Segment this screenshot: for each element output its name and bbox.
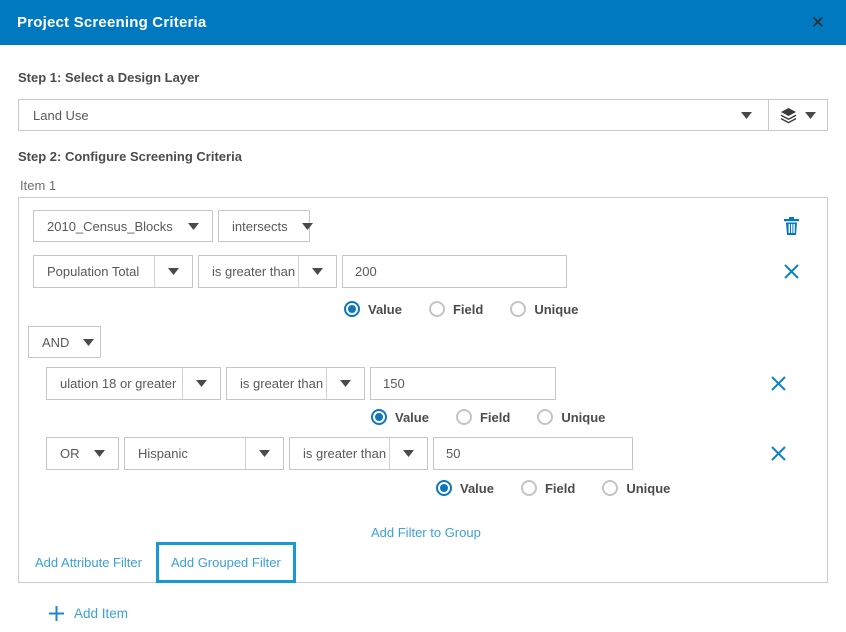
- radio-unique-label: Unique: [626, 481, 670, 496]
- filter2-field-select[interactable]: ulation 18 or greater: [46, 367, 221, 400]
- tutorial-highlight-box: Add Grouped Filter: [156, 542, 296, 583]
- radio-icon: [510, 301, 526, 317]
- add-attribute-filter-link[interactable]: Add Attribute Filter: [35, 555, 142, 570]
- radio-value-label: Value: [460, 481, 494, 496]
- radio-icon: [456, 409, 472, 425]
- filter1-operator-value: is greater than: [199, 256, 298, 287]
- layers-icon: [780, 107, 797, 124]
- filter1-field-value: Population Total: [34, 256, 154, 287]
- add-grouped-filter-link[interactable]: Add Grouped Filter: [171, 555, 281, 570]
- layer-operation-row: 2010_Census_Blocks intersects: [33, 210, 813, 242]
- design-layer-select[interactable]: Land Use: [18, 99, 828, 131]
- chevron-down-icon[interactable]: [326, 368, 364, 399]
- add-filter-to-group-link[interactable]: Add Filter to Group: [371, 525, 481, 540]
- delete-item-button[interactable]: [784, 217, 799, 235]
- panel-footer-links: Add Attribute Filter Add Grouped Filter: [35, 542, 813, 583]
- item-layer-select[interactable]: 2010_Census_Blocks: [33, 210, 213, 242]
- radio-unique[interactable]: Unique: [510, 301, 578, 317]
- chevron-down-icon: [298, 223, 326, 230]
- chevron-down-icon[interactable]: [725, 100, 768, 130]
- operation-select[interactable]: intersects: [218, 210, 310, 242]
- filter3-field-value: Hispanic: [125, 438, 245, 469]
- radio-value[interactable]: Value: [436, 480, 494, 496]
- radio-value-label: Value: [368, 302, 402, 317]
- add-item-label: Add Item: [74, 606, 128, 621]
- operation-value: intersects: [219, 219, 298, 234]
- radio-field[interactable]: Field: [429, 301, 483, 317]
- filter3-operator-value: is greater than: [290, 438, 389, 469]
- filter3-join-value: OR: [47, 446, 90, 461]
- filter1-mode-radios: Value Field Unique: [344, 301, 813, 317]
- radio-icon: [602, 480, 618, 496]
- filter3-operator-select[interactable]: is greater than: [289, 437, 428, 470]
- close-icon: [784, 264, 799, 279]
- filter3-value-input[interactable]: [433, 437, 633, 470]
- chevron-down-icon[interactable]: [182, 368, 220, 399]
- radio-value-label: Value: [395, 410, 429, 425]
- item-layer-value: 2010_Census_Blocks: [34, 219, 184, 234]
- remove-filter2-button[interactable]: [771, 376, 786, 391]
- plus-icon: [48, 605, 65, 622]
- trash-icon: [784, 217, 799, 235]
- close-icon[interactable]: ✕: [807, 12, 829, 33]
- item-label: Item 1: [20, 178, 828, 193]
- radio-unique[interactable]: Unique: [537, 409, 605, 425]
- group-operator-row: AND: [33, 326, 813, 358]
- filter2-field-value: ulation 18 or greater: [47, 368, 182, 399]
- radio-field[interactable]: Field: [456, 409, 510, 425]
- chevron-down-icon: [79, 339, 107, 346]
- group-operator-value: AND: [29, 335, 79, 350]
- remove-filter3-button[interactable]: [771, 446, 786, 461]
- grouped-filter: ulation 18 or greater is greater than: [46, 367, 813, 540]
- filter2-mode-radios: Value Field Unique: [371, 409, 813, 425]
- group-operator-select[interactable]: AND: [28, 326, 101, 358]
- item-panel: 2010_Census_Blocks intersects: [18, 197, 828, 583]
- close-icon: [771, 446, 786, 461]
- filter3-field-select[interactable]: Hispanic: [124, 437, 284, 470]
- step2-label: Step 2: Configure Screening Criteria: [18, 149, 828, 164]
- chevron-down-icon: [805, 112, 816, 119]
- filter1-value-input[interactable]: [342, 255, 567, 288]
- filter3-mode-radios: Value Field Unique: [436, 480, 813, 496]
- dialog-header: Project Screening Criteria ✕: [0, 0, 846, 45]
- filter-row: OR Hispanic is greater than: [46, 437, 813, 470]
- filter2-value-input[interactable]: [370, 367, 556, 400]
- radio-icon: [429, 301, 445, 317]
- filter2-operator-value: is greater than: [227, 368, 326, 399]
- radio-selected-icon: [371, 409, 387, 425]
- radio-icon: [537, 409, 553, 425]
- chevron-down-icon: [90, 450, 118, 457]
- add-item-button[interactable]: Add Item: [48, 605, 828, 622]
- radio-unique[interactable]: Unique: [602, 480, 670, 496]
- remove-filter1-button[interactable]: [784, 264, 799, 279]
- filter-row: Population Total is greater than: [33, 255, 813, 288]
- radio-unique-label: Unique: [561, 410, 605, 425]
- filter1-operator-select[interactable]: is greater than: [198, 255, 337, 288]
- chevron-down-icon[interactable]: [298, 256, 336, 287]
- filter1-field-select[interactable]: Population Total: [33, 255, 193, 288]
- filter2-operator-select[interactable]: is greater than: [226, 367, 365, 400]
- layers-dropdown-button[interactable]: [769, 100, 827, 130]
- radio-value[interactable]: Value: [344, 301, 402, 317]
- chevron-down-icon[interactable]: [154, 256, 192, 287]
- filter-row: ulation 18 or greater is greater than: [46, 367, 813, 400]
- radio-selected-icon: [436, 480, 452, 496]
- chevron-down-icon: [184, 223, 212, 230]
- radio-value[interactable]: Value: [371, 409, 429, 425]
- step1-label: Step 1: Select a Design Layer: [18, 70, 828, 85]
- radio-field[interactable]: Field: [521, 480, 575, 496]
- radio-field-label: Field: [453, 302, 483, 317]
- dialog-title: Project Screening Criteria: [17, 14, 206, 31]
- radio-field-label: Field: [480, 410, 510, 425]
- filter3-join-select[interactable]: OR: [46, 437, 119, 470]
- close-icon: [771, 376, 786, 391]
- design-layer-value: Land Use: [19, 100, 725, 130]
- chevron-down-icon[interactable]: [245, 438, 283, 469]
- radio-field-label: Field: [545, 481, 575, 496]
- radio-icon: [521, 480, 537, 496]
- radio-unique-label: Unique: [534, 302, 578, 317]
- chevron-down-icon[interactable]: [389, 438, 427, 469]
- radio-selected-icon: [344, 301, 360, 317]
